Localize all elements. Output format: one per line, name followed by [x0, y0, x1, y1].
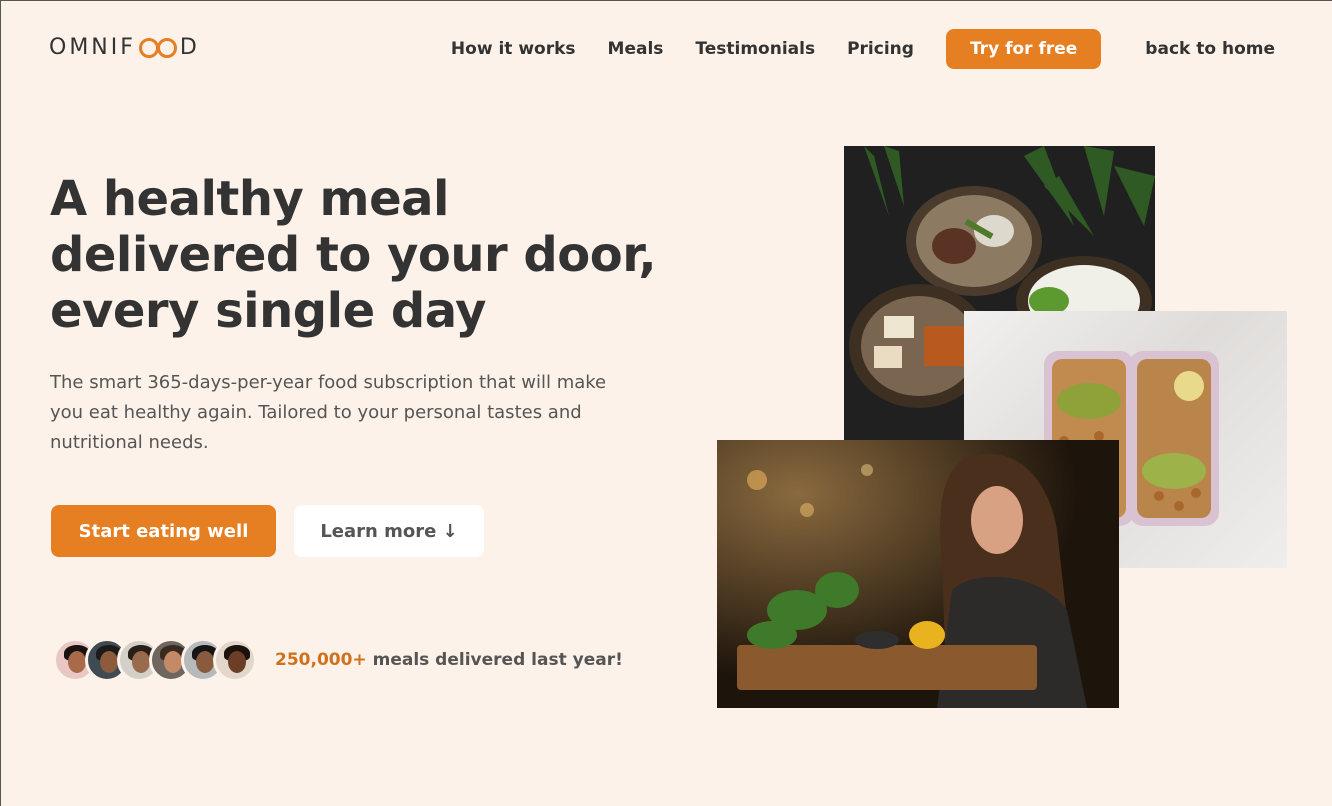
meals-delivered-caption: meals delivered last year! — [366, 650, 623, 670]
site-header: OMNIF D How it works Meals Testimonials … — [1, 1, 1332, 97]
meals-delivered-count: 250,000+ — [275, 650, 367, 670]
nav-link-meals[interactable]: Meals — [608, 39, 664, 59]
woman-eating-illustration — [717, 440, 1119, 708]
nav-link-testimonials[interactable]: Testimonials — [695, 39, 815, 59]
try-for-free-button[interactable]: Try for free — [945, 29, 1102, 69]
infinity-loop-icon — [138, 37, 177, 58]
logo-text-prefix: OMNIF — [49, 35, 136, 60]
start-eating-well-button[interactable]: Start eating well — [51, 505, 276, 557]
nav-link-pricing[interactable]: Pricing — [847, 39, 914, 59]
nav-link-how-it-works[interactable]: How it works — [451, 39, 576, 59]
omnifood-logo[interactable]: OMNIF D — [49, 35, 200, 60]
logo-text-suffix: D — [179, 35, 200, 60]
learn-more-button[interactable]: Learn more ↓ — [294, 505, 484, 557]
meals-delivered-text: 250,000+ meals delivered last year! — [275, 650, 623, 670]
hero-image-woman-eating — [717, 440, 1119, 708]
back-to-home-link[interactable]: back to home — [1145, 39, 1275, 59]
hero-description: The smart 365-days-per-year food subscri… — [50, 372, 607, 453]
meals-delivered: 250,000+ meals delivered last year! — [53, 638, 623, 682]
main-nav: How it works Meals Testimonials Pricing … — [451, 29, 1275, 69]
customer-avatars — [53, 638, 257, 682]
customer-avatar — [213, 638, 257, 682]
hero-title: A healthy meal delivered to your door, e… — [50, 171, 657, 339]
